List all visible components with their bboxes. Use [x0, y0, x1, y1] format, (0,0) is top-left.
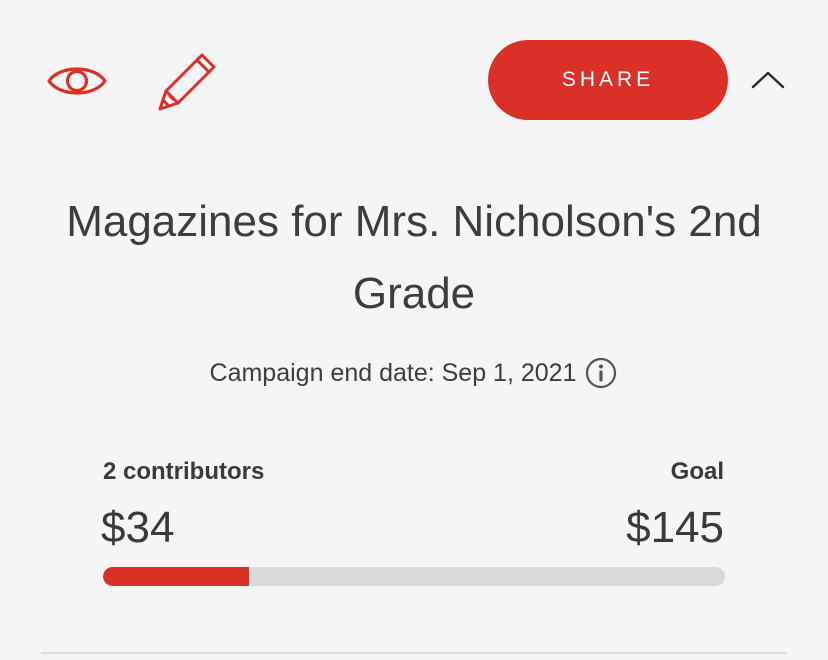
pencil-icon [158, 53, 216, 111]
share-button[interactable]: SHARE [488, 40, 728, 120]
section-divider [41, 652, 787, 654]
contributors-count: 2 contributors [103, 458, 265, 485]
funding-progress-bar [103, 567, 725, 586]
preview-button[interactable] [44, 56, 110, 106]
campaign-end-date-row: Campaign end date: Sep 1, 2021 [0, 356, 828, 390]
campaign-end-date: Campaign end date: Sep 1, 2021 [209, 358, 577, 387]
edit-button[interactable] [152, 48, 222, 114]
chevron-up-icon [751, 71, 785, 89]
collapse-button[interactable] [746, 60, 790, 100]
campaign-title: Magazines for Mrs. Nicholson's 2nd Grade [66, 197, 762, 318]
goal-amount: $145 [626, 503, 724, 552]
info-icon [586, 357, 617, 389]
end-date-info-button[interactable] [584, 356, 618, 390]
goal-label: Goal [670, 458, 724, 485]
eye-icon [47, 67, 107, 95]
funding-progress-fill [103, 567, 249, 586]
campaign-page: SHARE Magazines for Mrs. Nicholson's 2nd… [0, 0, 828, 660]
amount-raised: $34 [101, 503, 175, 552]
